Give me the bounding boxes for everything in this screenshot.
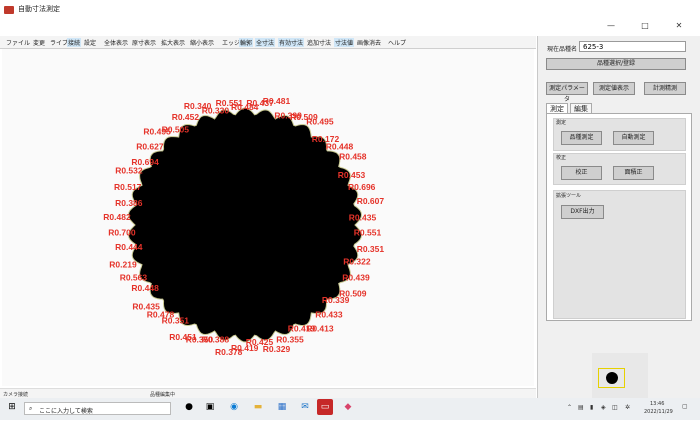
menu-connect[interactable]: 接続 [67, 38, 82, 47]
tray-overflow-icon[interactable]: ⌃ [567, 404, 572, 411]
radius-label: R0.482 [103, 212, 131, 222]
maximize-button[interactable]: □ [638, 22, 652, 30]
paint-app-icon[interactable]: ◆ [343, 402, 353, 412]
calibration-group-label: 校正 [556, 155, 567, 161]
cortana-icon[interactable]: ● [184, 402, 194, 412]
radius-label: R0.532 [115, 166, 143, 176]
measurement-view: R0.484R0.437R0.481R0.399R0.509R0.495R0.1… [103, 96, 385, 357]
window-title: 自動寸法測定 [18, 5, 60, 13]
calibrate-button[interactable]: 校正 [561, 166, 602, 180]
taskbar-search[interactable]: ⌕ ここに入力して検索 [24, 402, 171, 415]
windows-start-icon[interactable]: ⊞ [7, 402, 17, 412]
radius-label: R0.551 [354, 228, 382, 238]
radius-label: R0.453 [338, 170, 366, 180]
title-bar: 自動寸法測定 — □ ✕ [0, 0, 700, 30]
menu-clear-image[interactable]: 画像消去 [357, 38, 381, 47]
menu-help[interactable]: ヘルプ [388, 38, 406, 47]
store-icon[interactable]: ▦ [277, 402, 287, 412]
search-placeholder: ここに入力して検索 [39, 408, 93, 415]
tray-network-icon[interactable]: ▤ [578, 404, 584, 411]
menu-contour[interactable]: 輪郭 [239, 38, 254, 47]
notification-icon[interactable]: ▢ [682, 403, 688, 410]
radius-label: R0.505 [162, 125, 190, 135]
mail-icon[interactable]: ✉ [300, 402, 310, 412]
extension-tools-label: 拡張ツール [556, 193, 582, 199]
mode-status: 品種編集中 [150, 392, 176, 398]
measure-group-label: 測定 [556, 120, 567, 126]
radius-label: R0.219 [109, 260, 137, 270]
radius-label: R0.355 [276, 334, 304, 344]
menu-zoom-out[interactable]: 縮小表示 [190, 38, 214, 47]
parameter-button[interactable]: 測定パラメータ [546, 82, 588, 103]
radius-label: R0.563 [120, 272, 148, 282]
radius-label: R0.551 [216, 98, 244, 108]
menu-settings[interactable]: 設定 [84, 38, 96, 47]
radius-label: R0.435 [349, 213, 377, 223]
close-button[interactable]: ✕ [672, 22, 686, 30]
radius-label: R0.694 [131, 157, 159, 167]
menu-dimension-values[interactable]: 寸法値 [334, 38, 355, 47]
edge-browser-icon[interactable]: ◉ [229, 402, 239, 412]
show-values-button[interactable]: 測定値表示 [593, 82, 635, 95]
radius-label: R0.627 [136, 142, 164, 152]
product-name-label: 現在品種名 [547, 46, 578, 53]
radius-label: R0.607 [357, 196, 385, 206]
menu-all-dimensions[interactable]: 全寸法 [255, 38, 276, 47]
task-view-icon[interactable]: ▣ [205, 402, 215, 412]
menu-add-dimensions[interactable]: 追加寸法 [307, 38, 331, 47]
radius-label: R0.386 [115, 198, 143, 208]
radius-label: R0.448 [326, 142, 354, 152]
radius-label: R0.378 [215, 347, 243, 357]
radius-label: R0.451 [169, 332, 197, 342]
precision-button[interactable]: 計測精測 [644, 82, 686, 95]
measurement-app-icon[interactable]: ▭ [317, 399, 333, 415]
radius-label: R0.435 [132, 302, 160, 312]
menu-fit-view[interactable]: 全体表示 [104, 38, 128, 47]
radius-label: R0.322 [343, 257, 371, 267]
file-explorer-icon[interactable]: ▬ [253, 402, 263, 412]
area-correct-button[interactable]: 面積正 [613, 166, 654, 180]
menu-change[interactable]: 変更 [33, 38, 45, 47]
radius-label: R0.452 [172, 112, 200, 122]
radius-label: R0.517 [114, 182, 142, 192]
search-icon: ⌕ [29, 405, 33, 412]
tray-settings-icon[interactable]: ✲ [625, 404, 630, 411]
radius-label: R0.419 [288, 323, 316, 333]
radius-label: R0.433 [315, 310, 343, 320]
menu-valid-dimensions[interactable]: 有効寸法 [278, 38, 305, 47]
radius-label: R0.481 [263, 96, 291, 106]
menu-actual-size[interactable]: 原寸表示 [132, 38, 156, 47]
app-icon [4, 6, 14, 14]
menu-file[interactable]: ファイル [6, 38, 30, 47]
camera-status: カメラ接続 [3, 392, 29, 398]
tray-volume-icon[interactable]: ◈ [601, 404, 606, 411]
dxf-export-button[interactable]: DXF出力 [561, 205, 604, 219]
radius-label: R0.339 [322, 295, 350, 305]
menu-bar: ファイル 変更 ライブ 接続 設定 全体表示 原寸表示 拡大表示 縮小表示 エッ… [0, 36, 536, 49]
thumbnail-part [606, 372, 618, 384]
menu-edge[interactable]: エッジ [222, 38, 240, 47]
radius-label: R0.458 [339, 151, 367, 161]
image-canvas[interactable]: R0.484 R0.437 R0.481 R0.399 R0.509 R0.495 R0.1… [2, 49, 534, 386]
minimize-button[interactable]: — [604, 22, 618, 30]
radius-label: R0.700 [108, 228, 136, 238]
kind-measure-button[interactable]: 品種測定 [561, 131, 602, 145]
product-select-button[interactable]: 品種選択/登録 [546, 58, 686, 70]
radius-label: R0.439 [342, 272, 370, 282]
tray-time: 13:46 [650, 401, 665, 407]
tray-battery-icon[interactable]: ▮ [590, 404, 593, 411]
radius-label: R0.495 [306, 116, 334, 126]
radius-label: R0.444 [115, 242, 143, 252]
tray-date: 2022/11/29 [644, 409, 673, 415]
menu-live[interactable]: ライブ [50, 38, 68, 47]
auto-measure-button[interactable]: 自動測定 [613, 131, 654, 145]
menu-zoom-in[interactable]: 拡大表示 [161, 38, 185, 47]
radius-label: R0.448 [131, 283, 159, 293]
product-name-field[interactable]: 625-3 [579, 41, 686, 52]
tray-ime-icon[interactable]: ◫ [612, 404, 618, 411]
radius-label: R0.351 [357, 244, 385, 254]
radius-label: R0.696 [348, 182, 376, 192]
